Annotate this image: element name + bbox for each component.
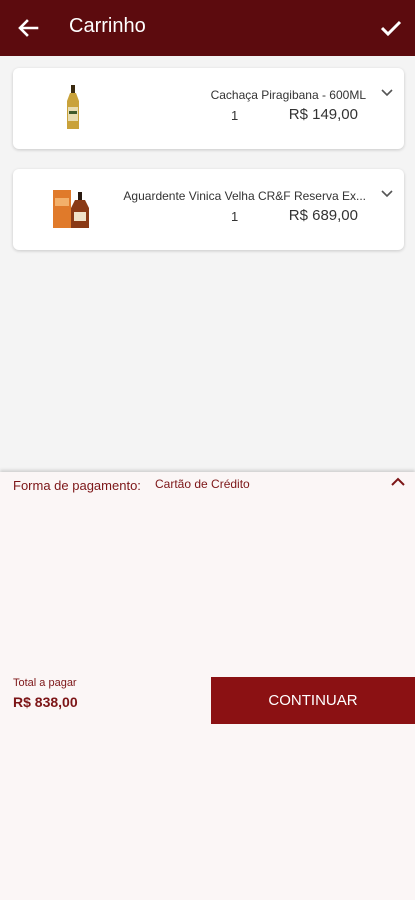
- product-price: R$ 149,00: [288, 106, 358, 123]
- continue-button[interactable]: CONTINUAR: [211, 677, 415, 724]
- cart-item[interactable]: Aguardente Vinica Velha CR&F Reserva Ex.…: [13, 169, 404, 250]
- total-value: R$ 838,00: [13, 694, 78, 710]
- app-bar: Carrinho: [0, 0, 415, 56]
- chevron-up-icon[interactable]: [389, 475, 407, 489]
- payment-label: Forma de pagamento:: [13, 478, 141, 493]
- chevron-down-icon[interactable]: [380, 187, 394, 201]
- page-title: Carrinho: [69, 15, 146, 37]
- payment-method[interactable]: Cartão de Crédito: [155, 477, 250, 491]
- product-image: [43, 80, 103, 136]
- arrow-left-icon[interactable]: [14, 14, 42, 42]
- product-price: R$ 689,00: [288, 207, 358, 224]
- product-name: Aguardente Vinica Velha CR&F Reserva Ex.…: [123, 189, 366, 203]
- checkout-panel: Forma de pagamento: Cartão de Crédito To…: [0, 472, 415, 900]
- chevron-down-icon[interactable]: [380, 86, 394, 100]
- check-icon[interactable]: [377, 14, 405, 42]
- product-image: [43, 181, 103, 237]
- cart-item[interactable]: Cachaça Piragibana - 600ML 1 R$ 149,00: [13, 68, 404, 149]
- product-name: Cachaça Piragibana - 600ML: [210, 88, 366, 102]
- product-quantity: 1: [231, 209, 239, 224]
- product-quantity: 1: [231, 108, 239, 123]
- total-label: Total a pagar: [13, 677, 77, 689]
